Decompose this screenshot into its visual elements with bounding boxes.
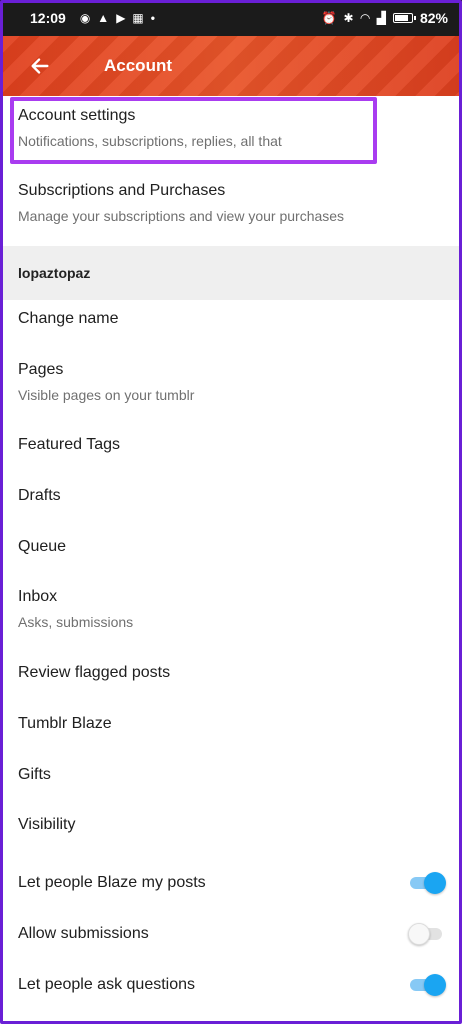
allow-submissions-toggle[interactable] [408,923,444,945]
back-button[interactable] [0,36,80,96]
wifi-icon: ◠ [360,11,370,25]
visibility-item[interactable]: Visibility [0,816,462,834]
page-title: Account [104,56,172,75]
item-subtitle: Notifications, subscriptions, replies, a… [18,133,282,149]
change-name-item[interactable]: Change name [0,310,462,328]
app-grid-icon: ▦ [132,11,144,25]
notification-icons: ◉ ▲ ▶ ▦ • [80,12,155,24]
item-subtitle: Visible pages on your tumblr [18,387,195,403]
inbox-item[interactable]: Inbox Asks, submissions [0,588,462,630]
subscriptions-purchases-item[interactable]: Subscriptions and Purchases Manage your … [0,182,462,224]
item-subtitle: Manage your subscriptions and view your … [18,208,345,224]
bluetooth-icon: ✱ [343,11,354,25]
item-title: Featured Tags [18,436,120,453]
toggle-knob [424,872,446,894]
item-title: Queue [18,538,67,555]
bottom-system-bar [0,1000,462,1024]
alarm-icon: ⏰ [321,11,337,25]
toggle-label: Allow submissions [18,925,149,942]
item-title: Account settings [18,107,136,124]
item-subtitle: Asks, submissions [18,614,134,630]
dot-icon: • [150,11,155,25]
drafts-item[interactable]: Drafts [0,487,462,505]
toggle-label: Let people Blaze my posts [18,874,206,891]
item-title: Tumblr Blaze [18,715,112,732]
signal-icon: ▟ [376,11,386,25]
ask-questions-toggle[interactable] [410,974,446,996]
battery-icon [392,13,416,23]
blaze-posts-toggle[interactable] [410,872,446,894]
whatsapp-icon: ◉ [79,11,91,25]
youtube-icon: ▶ [116,11,126,25]
back-arrow-icon [31,58,49,74]
tumblr-blaze-item[interactable]: Tumblr Blaze [0,715,462,733]
blog-section-header: lopaztopaz [0,246,462,300]
featured-tags-item[interactable]: Featured Tags [0,436,462,454]
toggle-knob [424,974,446,996]
item-title: Gifts [18,766,51,783]
pages-item[interactable]: Pages Visible pages on your tumblr [0,361,462,403]
item-title: Change name [18,310,119,327]
item-title: Inbox [18,588,58,605]
item-title: Visibility [18,816,76,833]
battery-percent: 82% [419,10,448,26]
app-notification-icon: ▲ [97,11,110,25]
item-title: Review flagged posts [18,664,171,681]
toggle-label: Let people ask questions [18,976,196,993]
gifts-item[interactable]: Gifts [0,766,462,784]
account-settings-item[interactable]: Account settings Notifications, subscrip… [0,107,462,149]
toggle-knob [408,923,430,945]
review-flagged-posts-item[interactable]: Review flagged posts [0,664,462,682]
item-title: Subscriptions and Purchases [18,182,226,199]
item-title: Pages [18,361,64,378]
status-time: 12:09 [30,10,66,26]
queue-item[interactable]: Queue [0,538,462,556]
app-bar: Account [0,36,462,96]
status-bar: 12:09 ◉ ▲ ▶ ▦ • ⏰ ✱ ◠ ▟ 82% [0,0,462,36]
item-title: Drafts [18,487,61,504]
system-icons: ⏰ ✱ ◠ ▟ 82% [321,10,448,26]
toggle-row-blaze[interactable]: Let people Blaze my posts [0,872,462,896]
toggle-row-questions[interactable]: Let people ask questions [0,974,462,998]
toggle-row-submissions[interactable]: Allow submissions [0,923,462,947]
